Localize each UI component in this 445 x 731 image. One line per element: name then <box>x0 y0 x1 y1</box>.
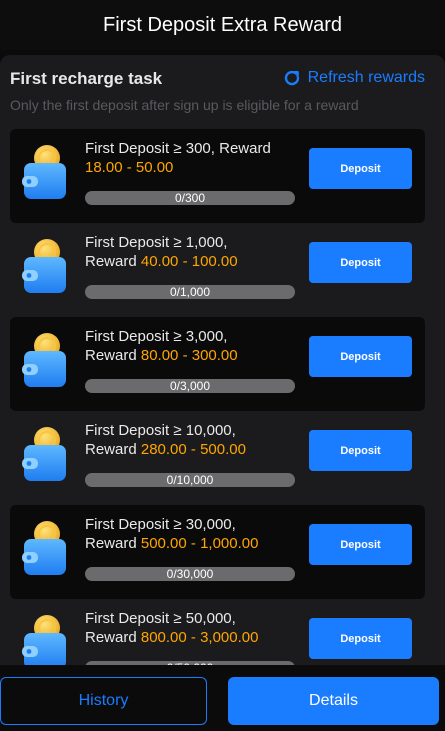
task-reward-prefix: Reward <box>85 347 141 364</box>
wallet-coin-icon <box>22 521 66 575</box>
task-reward-range: 500.00 - 1,000.00 <box>140 535 259 552</box>
task-reward-prefix: Reward <box>85 441 141 458</box>
task-description: First Deposit ≥ 3,000, Reward 80.00 - 300… <box>85 327 300 365</box>
task-progress-bar: 0/10,000 <box>85 473 295 487</box>
task-card-1: First Deposit ≥ 300, Reward 18.00 - 50.0… <box>10 129 425 223</box>
task-progress-text: 0/1,000 <box>169 285 211 299</box>
deposit-button[interactable]: Deposit <box>309 336 412 377</box>
task-reward-prefix: Reward <box>85 253 141 270</box>
eligibility-note: Only the first deposit after sign up is … <box>10 97 359 113</box>
wallet-coin-icon <box>22 239 66 293</box>
task-description: First Deposit ≥ 10,000, Reward 280.00 - 5… <box>85 421 300 459</box>
refresh-rewards-label: Refresh rewards <box>307 69 425 86</box>
task-condition: First Deposit ≥ 30,000, <box>85 516 236 533</box>
task-card-4: First Deposit ≥ 10,000, Reward 280.00 - 5… <box>10 411 425 505</box>
task-reward-range: 800.00 - 3,000.00 <box>140 629 259 646</box>
task-condition: First Deposit ≥ 300, Reward <box>85 140 271 157</box>
refresh-rewards-button[interactable]: Refresh rewards <box>282 68 425 88</box>
deposit-button[interactable]: Deposit <box>309 430 412 471</box>
task-description: First Deposit ≥ 50,000, Reward 800.00 - 3… <box>85 609 300 647</box>
refresh-icon <box>284 70 299 86</box>
task-description: First Deposit ≥ 30,000, Reward 500.00 - 1… <box>85 515 300 553</box>
task-reward-range: 80.00 - 300.00 <box>140 347 238 364</box>
task-reward-prefix: Reward <box>85 629 141 646</box>
task-reward-range: 280.00 - 500.00 <box>140 441 246 458</box>
task-condition: First Deposit ≥ 3,000, <box>85 328 228 345</box>
task-progress-bar: 0/1,000 <box>85 285 295 299</box>
deposit-button[interactable]: Deposit <box>309 148 412 189</box>
wallet-coin-icon <box>22 333 66 387</box>
task-card-5: First Deposit ≥ 30,000, Reward 500.00 - 1… <box>10 505 425 599</box>
task-progress-text: 0/300 <box>174 191 206 205</box>
deposit-button[interactable]: Deposit <box>309 524 412 565</box>
task-progress-text: 0/30,000 <box>166 567 214 581</box>
task-condition: First Deposit ≥ 10,000, <box>85 422 236 439</box>
task-progress-text: 0/10,000 <box>166 473 214 487</box>
page-header: First Deposit Extra Reward <box>0 0 445 50</box>
task-card-6: First Deposit ≥ 50,000, Reward 800.00 - 3… <box>10 599 425 665</box>
wallet-coin-icon <box>22 615 66 665</box>
wallet-coin-icon <box>22 427 66 481</box>
task-progress-bar: 0/300 <box>85 191 295 205</box>
task-card-2: First Deposit ≥ 1,000, Reward 40.00 - 100… <box>10 223 425 317</box>
task-reward-prefix: Reward <box>85 535 141 552</box>
footer-bar: History Details <box>0 665 445 731</box>
page-title: First Deposit Extra Reward <box>103 13 342 36</box>
task-progress-bar: 0/3,000 <box>85 379 295 393</box>
task-condition: First Deposit ≥ 50,000, <box>85 610 236 627</box>
deposit-button[interactable]: Deposit <box>309 618 412 659</box>
wallet-coin-icon <box>22 145 66 199</box>
task-condition: First Deposit ≥ 1,000, <box>85 234 228 251</box>
task-card-3: First Deposit ≥ 3,000, Reward 80.00 - 300… <box>10 317 425 411</box>
task-description: First Deposit ≥ 300, Reward 18.00 - 50.0… <box>85 139 300 177</box>
deposit-button[interactable]: Deposit <box>309 242 412 283</box>
history-button[interactable]: History <box>0 677 207 725</box>
task-panel: First recharge task Refresh rewards Only… <box>0 55 445 665</box>
task-progress-text: 0/3,000 <box>169 379 211 393</box>
details-button[interactable]: Details <box>228 677 439 725</box>
task-section-title: First recharge task <box>10 69 163 88</box>
task-progress-bar: 0/30,000 <box>85 567 295 581</box>
task-description: First Deposit ≥ 1,000, Reward 40.00 - 100… <box>85 233 300 271</box>
task-reward-range: 40.00 - 100.00 <box>140 253 238 270</box>
task-reward-range: 18.00 - 50.00 <box>85 159 174 176</box>
